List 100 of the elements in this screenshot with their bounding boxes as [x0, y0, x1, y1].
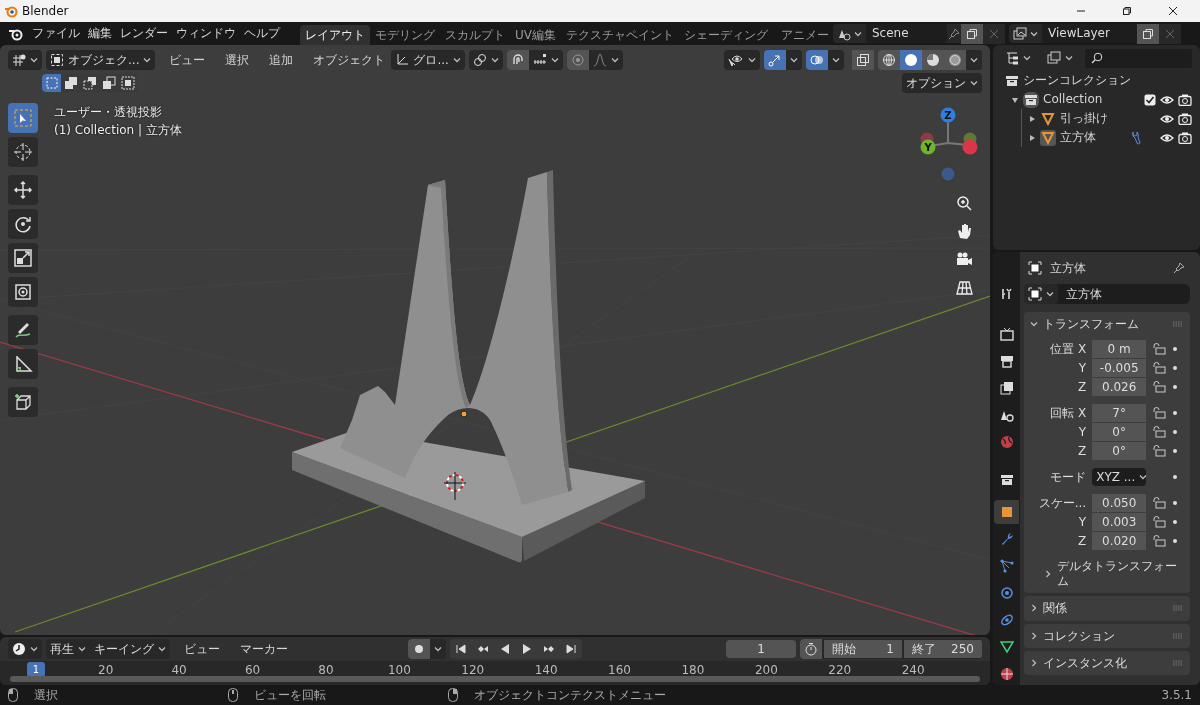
record-button[interactable]: [408, 639, 430, 659]
tool-button[interactable]: [8, 137, 38, 167]
preview-range-button[interactable]: [800, 639, 822, 659]
keyframe-dot-icon[interactable]: [1172, 429, 1179, 436]
workspace-tab[interactable]: レイアウト: [300, 24, 370, 45]
editor-type-button[interactable]: [8, 639, 42, 659]
tool-button[interactable]: [8, 209, 38, 239]
menu-item[interactable]: マーカー: [234, 639, 294, 659]
camera-icon[interactable]: [1178, 93, 1192, 106]
current-frame-field[interactable]: 1: [726, 640, 796, 658]
lock-icon[interactable]: [1152, 535, 1167, 548]
mode-dropdown[interactable]: オブジェク...: [46, 50, 156, 70]
select-mode-button[interactable]: [118, 74, 137, 92]
keyframe-dot-icon[interactable]: [1172, 346, 1179, 353]
workspace-tab[interactable]: UV編集: [510, 24, 561, 45]
number-field[interactable]: 0°: [1092, 442, 1147, 461]
tool-button[interactable]: [8, 315, 38, 345]
jump-start-button[interactable]: [450, 639, 472, 659]
keyframe-dot-icon[interactable]: [1172, 474, 1179, 481]
menu-item[interactable]: 編集: [84, 24, 116, 43]
camera-icon[interactable]: [1178, 131, 1192, 144]
outliner-item[interactable]: シーンコレクション: [1023, 73, 1131, 88]
shading-button[interactable]: [900, 50, 922, 70]
snap-button[interactable]: [506, 50, 529, 70]
tool-button[interactable]: [8, 243, 38, 273]
editor-type-button[interactable]: [8, 50, 42, 70]
xray-button[interactable]: [852, 50, 874, 70]
tool-button[interactable]: [8, 387, 38, 417]
workspace-tab[interactable]: アニメー: [773, 24, 829, 45]
lock-icon[interactable]: [1152, 407, 1167, 420]
outliner-item[interactable]: Collection: [1043, 92, 1140, 107]
panel-header[interactable]: トランスフォーム: [1024, 312, 1190, 337]
collapse-icon[interactable]: [1028, 133, 1036, 142]
menu-item[interactable]: ヘルプ: [240, 24, 284, 43]
orientation-dropdown[interactable]: グロ...: [391, 50, 465, 70]
keyframe-dot-icon[interactable]: [1172, 500, 1179, 507]
shading-button[interactable]: [878, 50, 900, 70]
menu-item[interactable]: ビュー: [163, 50, 212, 70]
scene-name-field[interactable]: Scene: [866, 24, 947, 43]
menu-item[interactable]: レンダー: [116, 24, 172, 43]
number-field[interactable]: 0.020: [1092, 532, 1147, 551]
lock-icon[interactable]: [1152, 426, 1167, 439]
outliner-item[interactable]: 立方体: [1060, 130, 1096, 145]
collapse-icon[interactable]: [1028, 114, 1036, 123]
panel-header[interactable]: インスタンス化: [1024, 650, 1190, 676]
pin-icon[interactable]: [1172, 261, 1186, 275]
menu-item[interactable]: 追加: [263, 50, 300, 70]
keyframe-dot-icon[interactable]: [1172, 410, 1179, 417]
lock-icon[interactable]: [1152, 362, 1167, 375]
subpanel-header[interactable]: デルタトランスフォーム: [1024, 554, 1190, 594]
search-field[interactable]: [1085, 48, 1192, 68]
keyframe-dot-icon[interactable]: [1172, 365, 1179, 372]
panel-header[interactable]: コレクション: [1024, 623, 1190, 648]
lock-icon[interactable]: [1152, 381, 1167, 394]
keyframe-dot-icon[interactable]: [1172, 538, 1179, 545]
panel-header[interactable]: 関係: [1024, 596, 1190, 621]
eye-icon[interactable]: [1160, 131, 1174, 144]
eye-icon[interactable]: [1160, 112, 1174, 125]
timeline-scrollbar[interactable]: [10, 676, 980, 682]
object-type-dropdown[interactable]: [1024, 284, 1059, 304]
expand-icon[interactable]: [1011, 95, 1019, 104]
workspace-tab[interactable]: スカルプト: [440, 24, 510, 45]
camera-icon[interactable]: [1178, 112, 1192, 125]
checkbox-icon[interactable]: [1144, 93, 1156, 106]
jump-end-button[interactable]: [560, 639, 582, 659]
frame-value[interactable]: 1: [886, 640, 894, 658]
options-dropdown[interactable]: オプション: [902, 73, 982, 93]
menu-item[interactable]: ファイル: [28, 24, 84, 43]
number-field[interactable]: 0.026: [1092, 378, 1147, 397]
lock-icon[interactable]: [1152, 445, 1167, 458]
tool-button[interactable]: [8, 349, 38, 379]
gizmo-toggle[interactable]: [764, 50, 786, 70]
number-field[interactable]: 0.003: [1092, 513, 1147, 532]
dropdown-field[interactable]: XYZ ...: [1092, 468, 1147, 487]
proportional-edit-button[interactable]: [566, 50, 589, 70]
lock-icon[interactable]: [1152, 497, 1167, 510]
eye-icon[interactable]: [1160, 93, 1174, 106]
keyframe-dot-icon[interactable]: [1172, 519, 1179, 526]
frame-value[interactable]: 250: [951, 640, 974, 658]
menu-item[interactable]: ビュー: [178, 639, 226, 659]
lock-icon[interactable]: [1152, 343, 1167, 356]
menu-item[interactable]: オブジェクト: [307, 50, 392, 70]
tool-button[interactable]: [8, 277, 38, 307]
number-field[interactable]: 0.050: [1092, 494, 1147, 513]
keyframe-dot-icon[interactable]: [1172, 448, 1179, 455]
number-field[interactable]: 0 m: [1092, 340, 1147, 359]
copy-button[interactable]: [961, 23, 983, 44]
pivot-dropdown[interactable]: [468, 50, 503, 70]
visibility-dropdown[interactable]: [724, 50, 760, 70]
view-layer-name-field[interactable]: ViewLayer: [1042, 24, 1137, 43]
lock-icon[interactable]: [1152, 516, 1167, 529]
menu-item[interactable]: ウィンドウ: [172, 24, 240, 43]
workspace-tab[interactable]: シェーディング: [679, 24, 773, 45]
tool-button[interactable]: [8, 175, 38, 205]
shading-button[interactable]: [922, 50, 944, 70]
keyframe-dot-icon[interactable]: [1172, 384, 1179, 391]
number-field[interactable]: 7°: [1092, 404, 1147, 423]
workspace-tab[interactable]: テクスチャペイント: [561, 24, 679, 45]
number-field[interactable]: -0.005: [1092, 359, 1147, 378]
shading-button[interactable]: [944, 50, 966, 70]
